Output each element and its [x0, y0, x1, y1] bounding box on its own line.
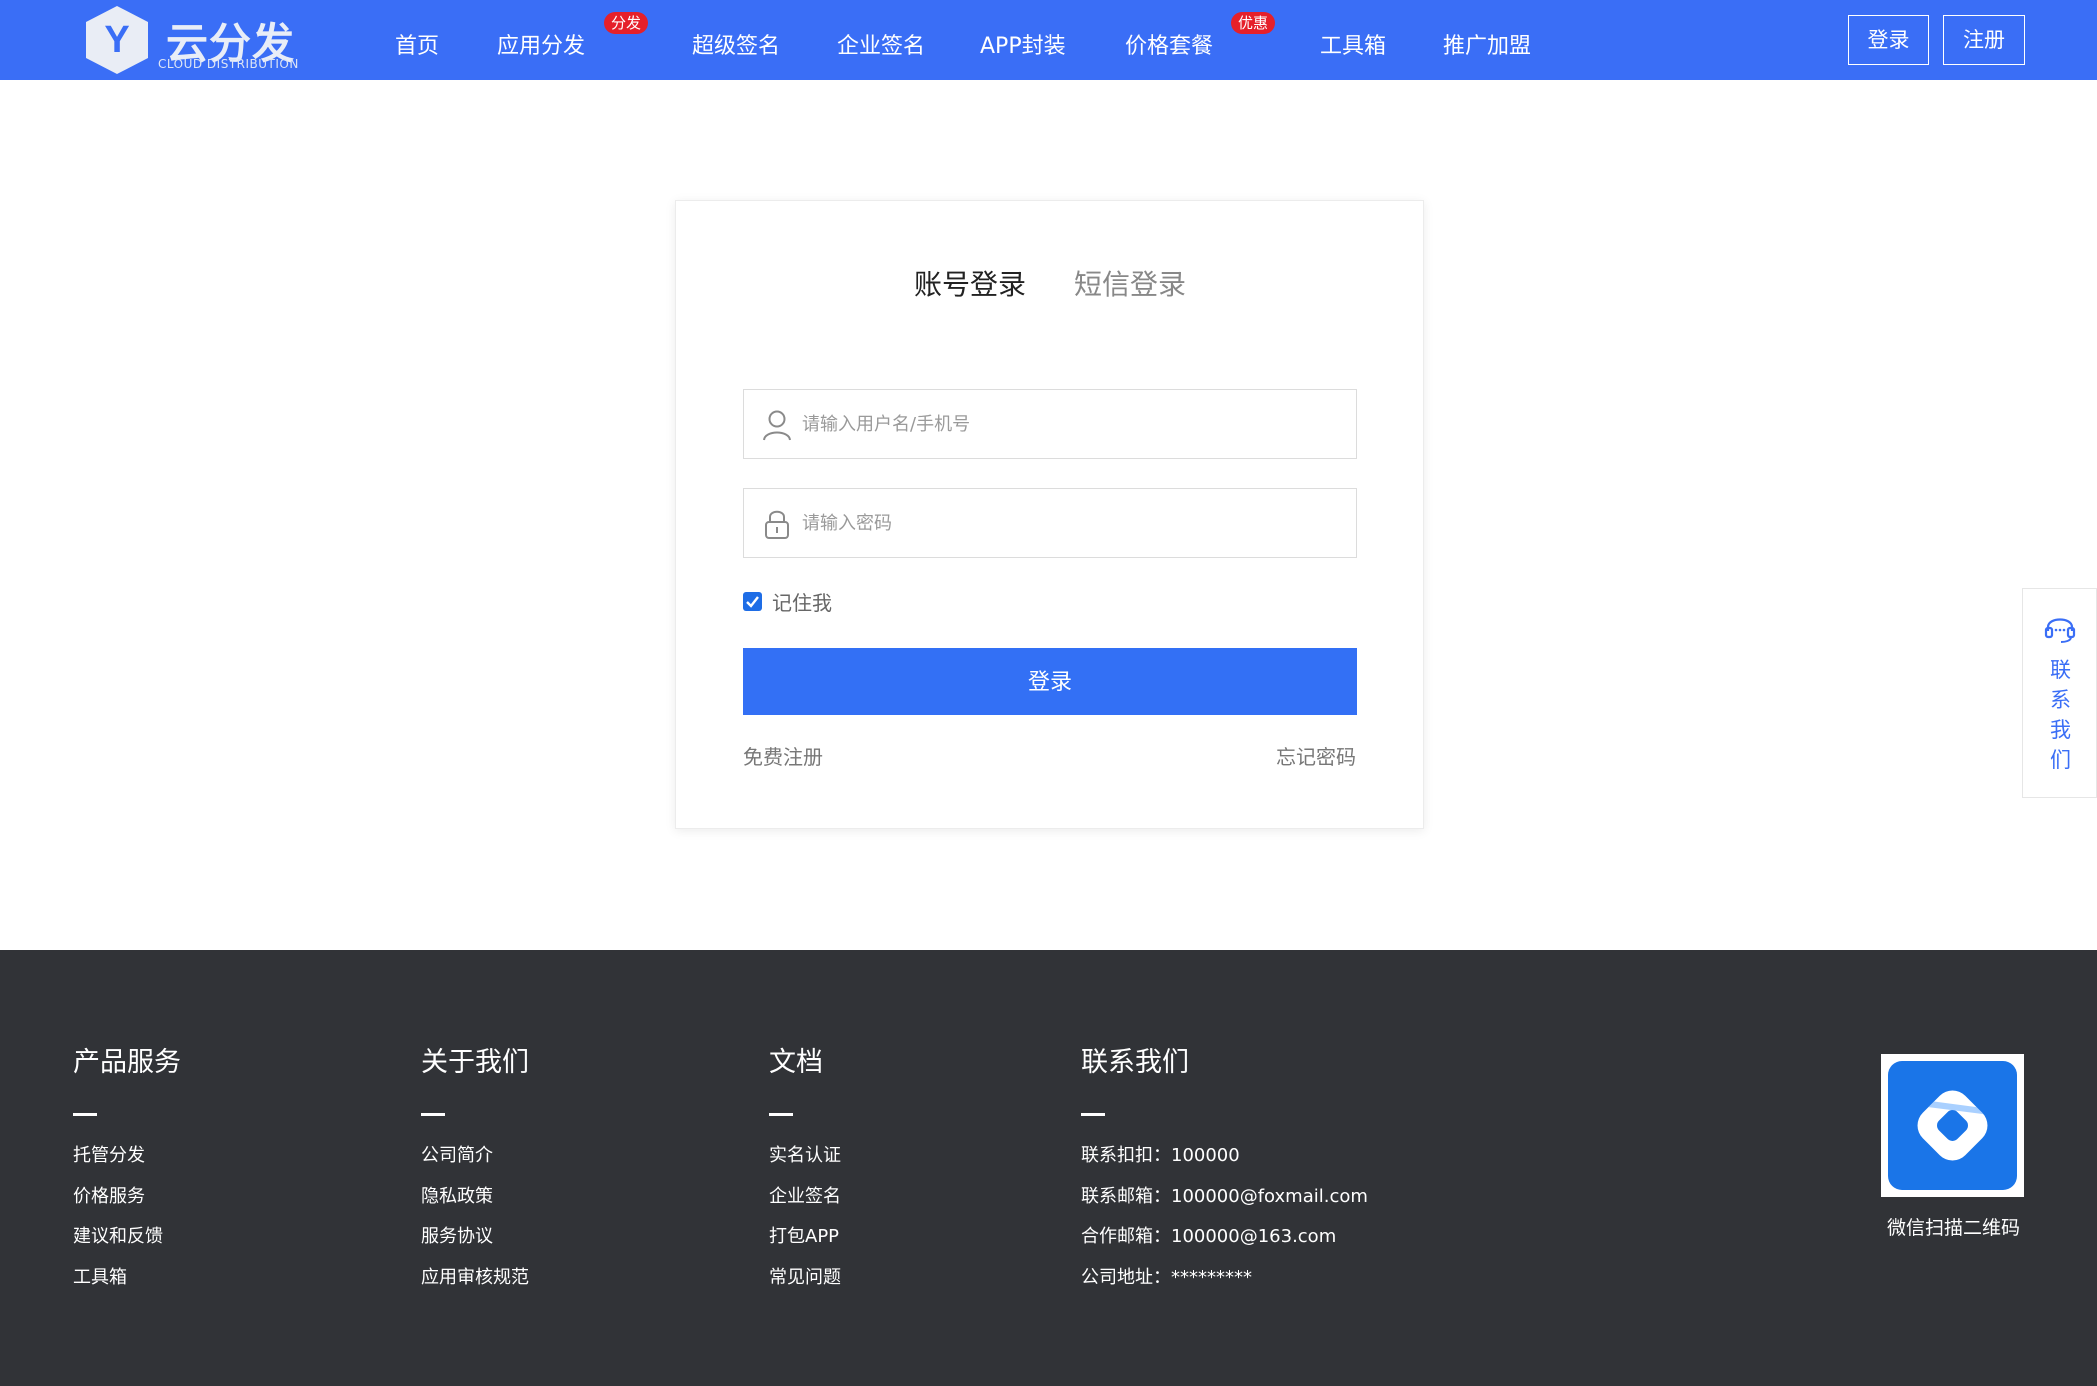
- checkmark-icon: [746, 595, 759, 608]
- nav-badge-discount: 优惠: [1231, 12, 1276, 34]
- footer-link[interactable]: 隐私政策: [421, 1177, 529, 1218]
- nav-enterprise-signature[interactable]: 企业签名: [837, 28, 925, 60]
- site-footer: 产品服务 托管分发 价格服务 建议和反馈 工具箱 关于我们 公司简介 隐私政策 …: [0, 950, 2097, 1386]
- footer-contact-item: 公司地址：*********: [1081, 1266, 1252, 1288]
- tab-account-login[interactable]: 账号登录: [914, 263, 1026, 303]
- wechat-qr-code: [1881, 1054, 2024, 1197]
- forgot-password-link[interactable]: 忘记密码: [1276, 741, 1356, 770]
- password-input[interactable]: [802, 489, 1342, 557]
- footer-link[interactable]: 应用审核规范: [421, 1258, 529, 1299]
- side-contact-label: 联系我们: [2050, 658, 2071, 772]
- remember-me: 记住我: [743, 588, 832, 615]
- logo-letter: Y: [104, 19, 129, 61]
- user-icon: [763, 410, 791, 441]
- footer-link[interactable]: 服务协议: [421, 1217, 529, 1258]
- nav-super-signature[interactable]: 超级签名: [692, 28, 780, 60]
- footer-col-products: 产品服务 托管分发 价格服务 建议和反馈 工具箱: [73, 1040, 181, 1298]
- footer-divider: [769, 1113, 793, 1116]
- footer-link[interactable]: 建议和反馈: [73, 1217, 181, 1258]
- free-register-link[interactable]: 免费注册: [743, 741, 823, 770]
- footer-divider: [1081, 1113, 1105, 1116]
- nav-app-distribution[interactable]: 应用分发: [497, 28, 585, 60]
- footer-col-title: 产品服务: [73, 1047, 181, 1078]
- remember-checkbox[interactable]: [743, 591, 762, 611]
- footer-link[interactable]: 实名认证: [769, 1136, 841, 1177]
- username-input[interactable]: [802, 390, 1342, 458]
- headset-icon: [2044, 618, 2076, 643]
- remember-label: 记住我: [772, 590, 832, 615]
- footer-link[interactable]: 打包APP: [769, 1217, 841, 1258]
- footer-link[interactable]: 常见问题: [769, 1258, 841, 1299]
- logo-subtitle: CLOUD DISTRIBUTION: [158, 57, 299, 71]
- footer-contact-item: 联系扣扣：100000: [1081, 1145, 1240, 1166]
- username-field: [743, 389, 1357, 459]
- password-field: [743, 488, 1357, 558]
- qr-code-label: 微信扫描二维码: [1886, 1217, 2020, 1239]
- top-navbar: Y 云分发 CLOUD DISTRIBUTION 首页 应用分发 分发 超级签名…: [0, 0, 2097, 80]
- nav-home[interactable]: 首页: [395, 28, 439, 60]
- footer-divider: [73, 1113, 97, 1116]
- footer-link[interactable]: 公司简介: [421, 1136, 529, 1177]
- footer-contact-item: 合作邮箱：100000@163.com: [1081, 1226, 1337, 1247]
- site-logo[interactable]: Y 云分发 CLOUD DISTRIBUTION: [80, 4, 310, 76]
- nav-toolbox[interactable]: 工具箱: [1320, 28, 1386, 60]
- login-submit-button[interactable]: 登录: [743, 648, 1357, 715]
- nav-app-packaging[interactable]: APP封装: [980, 28, 1066, 60]
- footer-link[interactable]: 工具箱: [73, 1258, 181, 1299]
- nav-promotion[interactable]: 推广加盟: [1443, 28, 1531, 60]
- header-register-button[interactable]: 注册: [1943, 15, 2025, 65]
- footer-link[interactable]: 价格服务: [73, 1177, 181, 1218]
- footer-link[interactable]: 托管分发: [73, 1136, 181, 1177]
- nav-badge-distribution: 分发: [604, 12, 649, 34]
- footer-link[interactable]: 企业签名: [769, 1177, 841, 1218]
- footer-contact-item: 联系邮箱：100000@foxmail.com: [1081, 1185, 1368, 1207]
- app-logo-icon: [1888, 1061, 2017, 1190]
- footer-col-about: 关于我们 公司简介 隐私政策 服务协议 应用审核规范: [421, 1040, 529, 1298]
- side-contact-us[interactable]: 联系我们: [2022, 588, 2097, 798]
- nav-pricing[interactable]: 价格套餐: [1125, 28, 1213, 60]
- logo-hexagon-icon: Y: [86, 6, 148, 74]
- footer-col-title: 关于我们: [421, 1047, 529, 1078]
- footer-col-title: 联系我们: [1081, 1047, 1189, 1078]
- footer-col-title: 文档: [769, 1047, 823, 1078]
- footer-col-docs: 文档 实名认证 企业签名 打包APP 常见问题: [769, 1040, 841, 1298]
- lock-icon: [765, 510, 789, 539]
- login-card: 账号登录 短信登录 记住我 登录 免费注册 忘记密码: [675, 200, 1424, 829]
- footer-divider: [421, 1113, 445, 1116]
- header-login-button[interactable]: 登录: [1848, 15, 1929, 65]
- tab-sms-login[interactable]: 短信登录: [1074, 263, 1186, 303]
- footer-col-contact: 联系我们 联系扣扣：100000 联系邮箱：100000@foxmail.com…: [1081, 1040, 1368, 1298]
